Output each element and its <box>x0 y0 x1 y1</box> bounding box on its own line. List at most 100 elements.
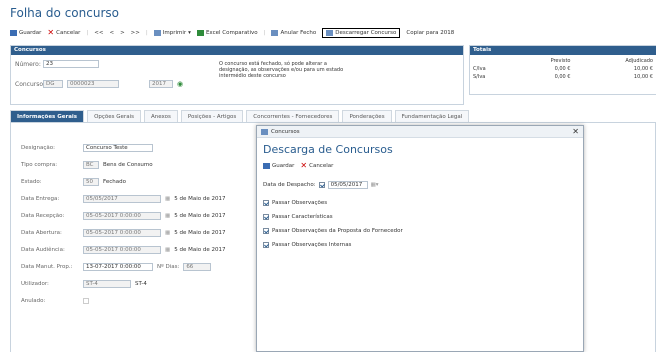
calendar-icon: ▦ <box>165 246 171 253</box>
tab-opcoes-gerais[interactable]: Opções Gerais <box>87 110 141 122</box>
date-input[interactable] <box>327 181 368 189</box>
check-obs-proposta[interactable] <box>263 228 269 234</box>
cancel-button[interactable]: ✕ Cancelar <box>47 29 80 37</box>
print-button[interactable]: Imprimir ▾ <box>153 30 191 36</box>
totais-header: Totais <box>470 46 656 55</box>
toolbar-separator: | <box>145 30 148 36</box>
nr-dias-label: Nº Dias: <box>157 263 180 270</box>
anular-fecho-button[interactable]: Anular Fecho <box>271 30 316 36</box>
nr-dias-input <box>183 262 212 271</box>
numero-input[interactable] <box>43 60 99 68</box>
designacao-input[interactable] <box>83 143 153 152</box>
date-row: Data de Despacho: ▦▾ <box>263 181 379 189</box>
copiar-button[interactable]: Copiar para 2018 <box>406 30 454 36</box>
list-item[interactable]: Passar Observações da Proposta do Fornec… <box>263 224 403 238</box>
designacao-row: Designação: <box>21 143 153 152</box>
data-recepcao-label: Data Recepção: <box>21 212 65 219</box>
data-audiencia-row: Data Audiência: ▦ 5 de Maio de 2017 <box>21 245 225 254</box>
data-entrega-row: Data Entrega: ▦ 5 de Maio de 2017 <box>21 194 225 203</box>
date-checkbox[interactable] <box>318 182 325 188</box>
tab-concorrentes[interactable]: Concorrentes - Fornecedores <box>246 110 340 122</box>
totais-table: Previsto Adjudicado C/Iva 0,00 € 10,00 €… <box>470 57 656 81</box>
calendar-icon[interactable]: ▦▾ <box>371 182 379 188</box>
data-abertura-text: 5 de Maio de 2017 <box>174 229 226 236</box>
check-caracteristicas[interactable] <box>263 214 269 220</box>
printer-icon <box>153 30 161 36</box>
page-title: Folha do concurso <box>10 6 119 20</box>
data-abertura-input <box>83 228 161 237</box>
calendar-icon: ▦ <box>165 195 171 202</box>
closed-notice: O concurso está fechado, só pode alterar… <box>219 61 344 79</box>
estado-text: Fechado <box>103 178 126 185</box>
tab-ponderacoes[interactable]: Ponderações <box>342 110 392 122</box>
row-adjudicado: 10,00 € <box>633 74 653 80</box>
data-manut-label: Data Manut. Prop.: <box>21 263 73 270</box>
data-abertura-label: Data Abertura: <box>21 229 62 236</box>
calendar-icon: ▦ <box>165 229 171 236</box>
data-recepcao-text: 5 de Maio de 2017 <box>174 212 226 219</box>
download-icon <box>326 30 334 36</box>
eye-icon[interactable]: ◉ <box>177 80 183 88</box>
tab-fundamentacao-legal[interactable]: Fundamentação Legal <box>394 110 470 122</box>
dialog-save-button[interactable]: Guardar <box>263 163 294 169</box>
nav-next-button[interactable]: > <box>120 30 125 36</box>
save-button[interactable]: Guardar <box>10 30 41 36</box>
utilizador-code-input <box>83 279 131 288</box>
estado-row: Estado: Fechado <box>21 177 126 186</box>
concursos-panel: Concursos Número: Concurso: ◉ O concurso… <box>10 45 464 105</box>
list-item[interactable]: Passar Características <box>263 210 403 224</box>
descarregar-concurso-button[interactable]: Descarregar Concurso <box>322 28 401 38</box>
numero-label: Número: <box>15 61 41 68</box>
toolbar: Guardar ✕ Cancelar | << < > >> | Imprimir… <box>10 26 454 40</box>
data-entrega-text: 5 de Maio de 2017 <box>174 195 226 202</box>
col-adjudicado: Adjudicado <box>625 58 653 64</box>
toolbar-separator: | <box>86 30 89 36</box>
chevron-down-icon: ▾ <box>188 30 191 36</box>
floppy-icon <box>10 30 17 36</box>
utilizador-text: ST-4 <box>135 280 147 287</box>
options-list: Passar Observações Passar Característica… <box>263 196 403 252</box>
utilizador-row: Utilizador: ST-4 <box>21 279 147 288</box>
check-obs-internas[interactable] <box>263 242 269 248</box>
tipo-code-input <box>83 160 99 169</box>
dialog-cancel-button[interactable]: ✕ Cancelar <box>300 161 333 170</box>
row-label: S/Iva <box>473 74 486 80</box>
close-icon[interactable]: ✕ <box>572 127 579 136</box>
row-previsto: 0,00 € <box>554 66 571 72</box>
dialog-window-title: Concursos <box>271 128 300 135</box>
nav-last-button[interactable]: >> <box>131 30 140 36</box>
data-recepcao-row: Data Recepção: ▦ 5 de Maio de 2017 <box>21 211 225 220</box>
list-item[interactable]: Passar Observações <box>263 196 403 210</box>
concurso-year-input <box>149 80 173 88</box>
date-label: Data de Despacho: <box>263 182 316 188</box>
row-previsto: 0,00 € <box>554 74 571 80</box>
concurso-code-input <box>43 80 63 88</box>
data-manut-input[interactable] <box>83 262 153 271</box>
col-previsto: Previsto <box>550 58 571 64</box>
concursos-header: Concursos <box>11 46 463 55</box>
totais-header-row: Previsto Adjudicado <box>470 57 656 65</box>
list-item[interactable]: Passar Observações Internas <box>263 238 403 252</box>
row-label: C/Iva <box>473 66 486 72</box>
data-audiencia-text: 5 de Maio de 2017 <box>174 246 226 253</box>
nav-prev-button[interactable]: < <box>109 30 114 36</box>
tab-anexos[interactable]: Anexos <box>143 110 178 122</box>
excel-button[interactable]: Excel Comparativo <box>196 30 258 36</box>
data-recepcao-input <box>83 211 161 220</box>
tab-posicoes-artigos[interactable]: Posições - Artigos <box>180 110 244 122</box>
check-observacoes[interactable] <box>263 200 269 206</box>
nav-first-button[interactable]: << <box>94 30 103 36</box>
tab-informacoes-gerais[interactable]: Informações Gerais <box>10 110 85 122</box>
concurso-label: Concurso: <box>15 81 46 88</box>
anulado-row: Anulado: <box>21 296 89 305</box>
data-audiencia-input <box>83 245 161 254</box>
floppy-icon <box>263 163 270 169</box>
unlock-icon <box>271 30 279 36</box>
row-adjudicado: 10,00 € <box>633 66 653 72</box>
excel-icon <box>196 30 204 36</box>
x-icon: ✕ <box>300 161 308 170</box>
tipo-label: Tipo compra: <box>21 161 58 168</box>
window-icon <box>261 128 268 135</box>
tipo-row: Tipo compra: Bens de Consumo <box>21 160 153 169</box>
data-audiencia-label: Data Audiência: <box>21 246 65 253</box>
